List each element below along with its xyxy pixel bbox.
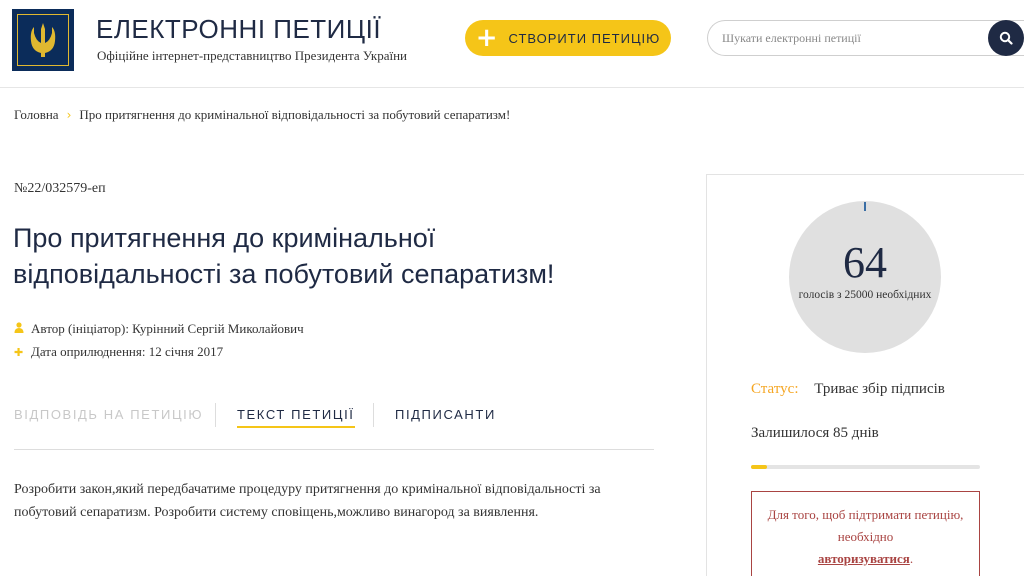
auth-notice-text: Для того, щоб підтримати петицію, необхі… [767,507,964,544]
petition-body: Розробити закон,який передбачатиме проце… [14,482,601,520]
days-progress-bar [751,465,980,469]
petition-date-text: Дата оприлюднення: 12 січня 2017 [31,344,224,359]
site-subtitle: Офіційне інтернет-представництво Президе… [97,48,408,63]
status-value: Триває збір підписів [814,381,945,397]
petition-author: Автор (ініціатор): Курінний Сергій Микол… [14,321,304,337]
auth-notice: Для того, щоб підтримати петицію, необхі… [751,491,980,576]
days-progress-fill [751,465,768,469]
petition-status: Статус: Триває збір підписів [751,381,945,398]
trident-icon [30,23,56,57]
petition-number: №22/032579-еп [14,181,106,196]
tab-petition-text[interactable]: ТЕКСТ ПЕТИЦІЇ [237,407,355,428]
petition-sidebar: 64 голосів з 25000 необхідних Статус: Тр… [706,174,1024,576]
site-header: ЕЛЕКТРОННІ ПЕТИЦІЇ Офіційне інтернет-пре… [0,0,1024,88]
tab-divider [373,403,374,427]
search-button[interactable] [988,20,1024,56]
search-input[interactable] [722,21,982,55]
days-remaining: Залишилося 85 днів [751,425,879,441]
create-petition-button[interactable]: + СТВОРИТИ ПЕТИЦІЮ [465,20,671,56]
tab-answer[interactable]: ВІДПОВІДЬ НА ПЕТИЦІЮ [14,407,203,422]
auth-login-link[interactable]: авторизуватися [818,551,910,566]
status-label: Статус: [751,381,799,397]
vote-count-subtitle: голосів з 25000 необхідних [798,289,932,301]
search-icon [999,31,1013,45]
plus-icon: ✚ [14,345,24,359]
person-icon [14,322,24,336]
trident-logo-icon[interactable] [12,9,74,71]
auth-notice-end: . [909,551,914,566]
tab-divider [215,403,216,427]
petition-title: Про притягнення до кримінальної відповід… [13,223,555,289]
breadcrumb: Головна › Про притягнення до кримінально… [14,107,510,123]
plus-icon: + [475,23,499,53]
vote-count: 64 [843,238,887,287]
chevron-right-icon: › [66,108,72,122]
search-box [707,20,1024,56]
tab-signers[interactable]: ПІДПИСАНТИ [395,407,496,422]
vote-progress-tick [864,202,866,211]
petition-date: ✚ Дата оприлюднення: 12 січня 2017 [14,344,223,360]
petition-author-text: Автор (ініціатор): Курінний Сергій Микол… [31,321,304,336]
breadcrumb-home[interactable]: Головна [14,107,59,123]
petition-tabs: ВІДПОВІДЬ НА ПЕТИЦІЮ ТЕКСТ ПЕТИЦІЇ ПІДПИ… [14,398,654,450]
create-petition-label: СТВОРИТИ ПЕТИЦІЮ [508,30,661,46]
breadcrumb-current: Про притягнення до кримінальної відповід… [79,107,511,122]
site-title[interactable]: ЕЛЕКТРОННІ ПЕТИЦІЇ [96,14,381,45]
